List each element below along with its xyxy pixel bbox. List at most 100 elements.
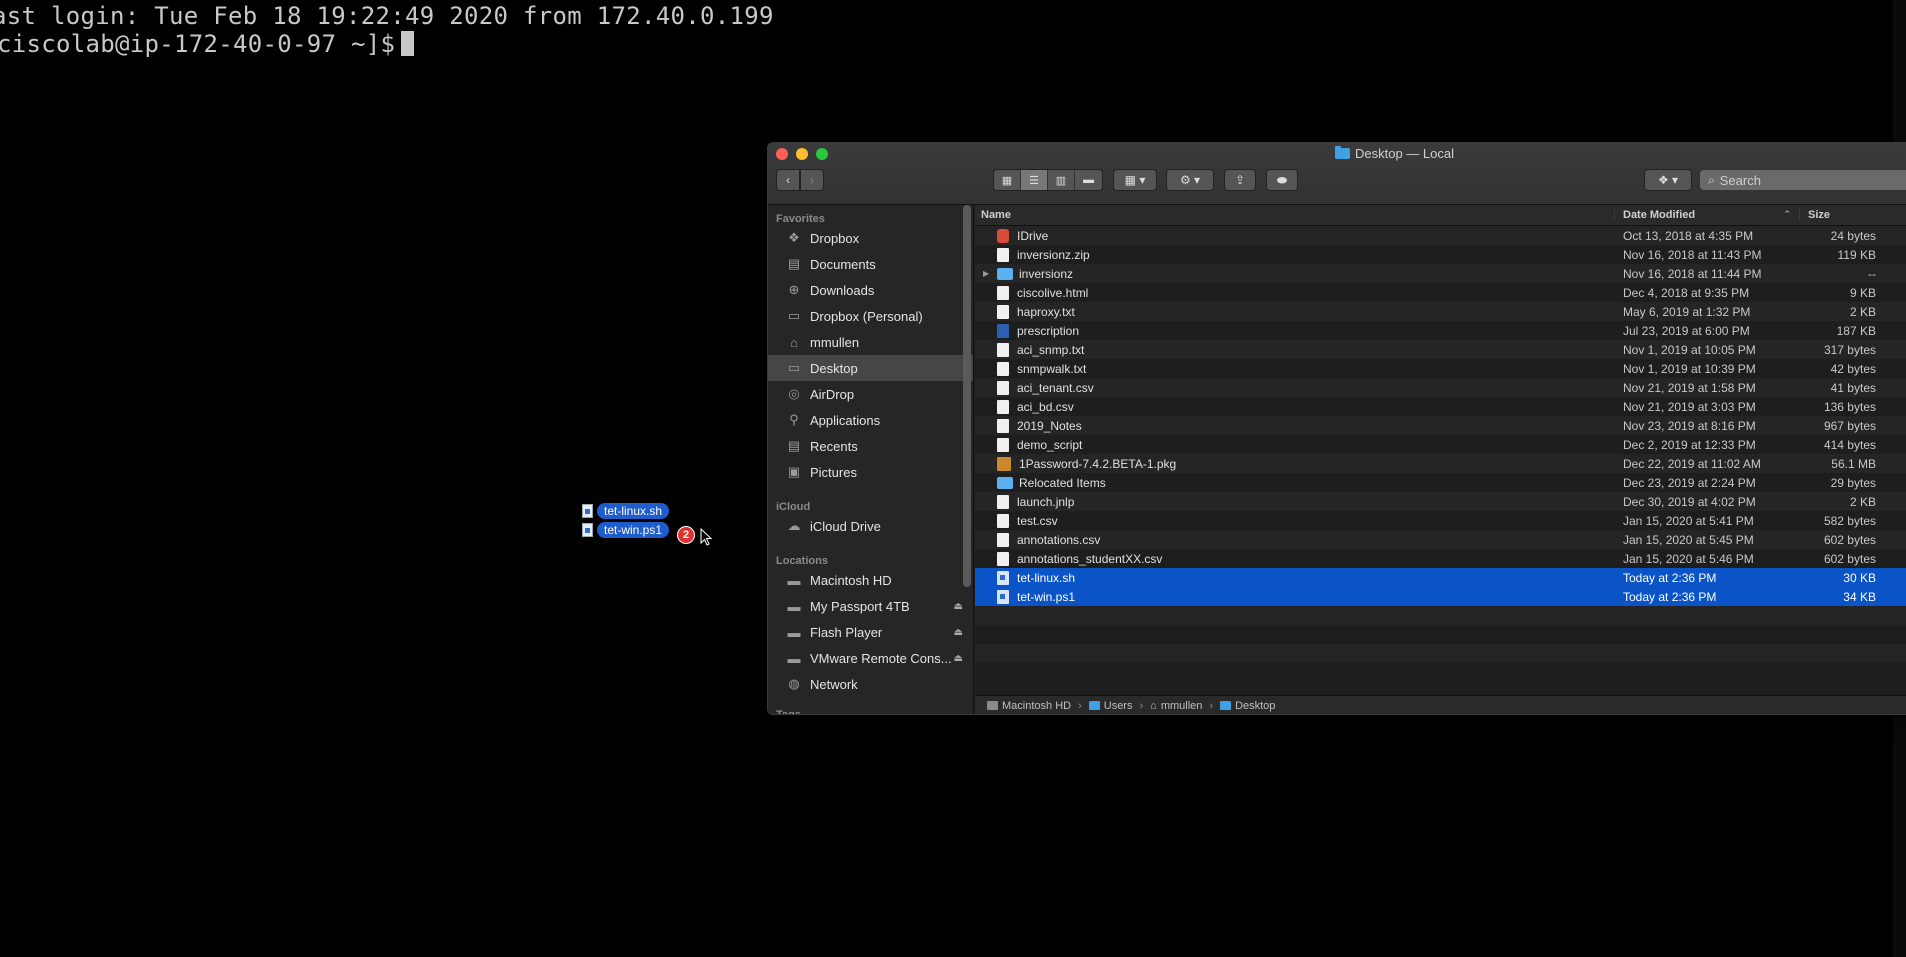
file-size: 119 KB — [1837, 247, 1876, 262]
file-name-cell: launch.jnlp — [975, 494, 1615, 509]
back-button[interactable]: ‹ — [776, 169, 800, 191]
document-icon — [997, 513, 1009, 528]
file-name: tet-linux.sh — [1017, 570, 1076, 585]
file-name-cell: ciscolive.html — [975, 285, 1615, 300]
dropbox-toolbar-button[interactable]: ❖ ▾ — [1644, 169, 1692, 191]
sidebar-item-label: Flash Player — [810, 624, 883, 640]
file-row[interactable]: tet-linux.sh Today at 2:36 PM 30 KB — [975, 568, 1906, 587]
action-menu-button[interactable]: ⚙ ▾ — [1166, 169, 1214, 191]
folder-icon — [997, 476, 1013, 489]
gallery-view-button[interactable]: ▬ — [1075, 170, 1102, 190]
file-row[interactable]: inversionz.zip Nov 16, 2018 at 11:43 PM 11… — [975, 245, 1906, 264]
file-row[interactable]: test.csv Jan 15, 2020 at 5:41 PM 582 bytes — [975, 511, 1906, 530]
eject-icon[interactable]: ⏏ — [954, 601, 963, 612]
sidebar-item-airdrop[interactable]: ◎ AirDrop — [768, 381, 973, 407]
file-row[interactable]: IDrive Oct 13, 2018 at 4:35 PM 24 bytes — [975, 226, 1906, 245]
script-file-icon — [582, 504, 593, 518]
file-row[interactable]: 2019_Notes Nov 23, 2019 at 8:16 PM 967 byt… — [975, 416, 1906, 435]
file-row[interactable]: haproxy.txt May 6, 2019 at 1:32 PM 2 KB — [975, 302, 1906, 321]
column-date-modified[interactable]: Date Modified ⌃ — [1615, 209, 1800, 221]
finder-window[interactable]: Desktop — Local ‹ › ▦ ☰ ▥ ▬ ▦ ▾ ⚙ ▾ ⇪ ⬬ … — [767, 142, 1906, 715]
group-by-button[interactable]: ▦ ▾ — [1113, 169, 1157, 191]
sidebar-item-recents[interactable]: ▤ Recents — [768, 433, 973, 459]
path-item-desktop[interactable]: Desktop — [1220, 700, 1275, 712]
file-row[interactable]: snmpwalk.txt Nov 1, 2019 at 10:39 PM 42 by… — [975, 359, 1906, 378]
sidebar-item-downloads[interactable]: ⊕ Downloads — [768, 277, 973, 303]
sidebar-item-macintosh-hd[interactable]: ▬ Macintosh HD — [768, 567, 973, 593]
icon-view-button[interactable]: ▦ — [994, 170, 1021, 190]
sidebar-item-flash-player[interactable]: ▬ Flash Player ⏏ — [768, 619, 973, 645]
terminal-prompt-text: ciscolab@ip-172-40-0-97 ~]$ — [0, 30, 396, 58]
script-file-icon — [997, 570, 1009, 585]
sidebar-item-label: Documents — [810, 256, 876, 272]
eject-icon[interactable]: ⏏ — [954, 627, 963, 638]
file-size: 602 bytes — [1823, 532, 1876, 547]
terminal-prompt[interactable]: ciscolab@ip-172-40-0-97 ~]$ — [0, 30, 415, 58]
sidebar-scrollbar[interactable] — [963, 205, 971, 587]
close-button[interactable] — [776, 148, 788, 160]
minimize-button[interactable] — [796, 148, 808, 160]
file-name: test.csv — [1017, 513, 1058, 528]
file-date: Jan 15, 2020 at 5:45 PM — [1623, 532, 1754, 547]
dropbox-icon: ❖ ▾ — [1657, 173, 1679, 187]
file-row[interactable]: Relocated Items Dec 23, 2019 at 2:24 PM 29… — [975, 473, 1906, 492]
path-item-macintosh-hd[interactable]: Macintosh HD — [987, 700, 1071, 712]
sidebar-item-icloud-drive[interactable]: ☁ iCloud Drive — [768, 513, 973, 539]
file-row[interactable]: annotations_studentXX.csv Jan 15, 2020 at… — [975, 549, 1906, 568]
list-view-button[interactable]: ☰ — [1021, 170, 1048, 190]
column-date-label: Date Modified — [1623, 209, 1696, 221]
sidebar-item-documents[interactable]: ▤ Documents — [768, 251, 973, 277]
file-row[interactable]: ciscolive.html Dec 4, 2018 at 9:35 PM 9 KB — [975, 283, 1906, 302]
chevron-left-icon: ‹ — [786, 173, 790, 187]
eject-icon[interactable]: ⏏ — [954, 653, 963, 664]
sort-ascending-icon: ⌃ — [1783, 209, 1791, 219]
file-row[interactable]: demo_script Dec 2, 2019 at 12:33 PM 414 by… — [975, 435, 1906, 454]
file-name-cell: haproxy.txt — [975, 304, 1615, 319]
search-field[interactable]: ⌕ Search — [1699, 169, 1906, 191]
tags-button[interactable]: ⬬ — [1266, 169, 1298, 191]
sidebar-item-mmullen[interactable]: ⌂ mmullen — [768, 329, 973, 355]
file-size: 30 KB — [1843, 570, 1876, 585]
column-size[interactable]: Size — [1800, 209, 1880, 221]
share-button[interactable]: ⇪ — [1224, 169, 1256, 191]
file-row[interactable]: 1Password-7.4.2.BETA-1.pkg Dec 22, 2019 a… — [975, 454, 1906, 473]
sidebar-item-applications[interactable]: ⚲ Applications — [768, 407, 973, 433]
sidebar-item-dropbox[interactable]: ❖ Dropbox — [768, 225, 973, 251]
sidebar-item-network[interactable]: ◍ Network — [768, 671, 973, 697]
disclosure-triangle-icon[interactable]: ▶ — [983, 269, 995, 278]
sidebar-item-desktop[interactable]: ▭ Desktop — [768, 355, 973, 381]
path-item-users[interactable]: Users — [1088, 700, 1132, 712]
file-row[interactable]: aci_tenant.csv Nov 21, 2019 at 1:58 PM 41 … — [975, 378, 1906, 397]
zoom-button[interactable] — [816, 148, 828, 160]
file-row[interactable]: prescription Jul 23, 2019 at 6:00 PM 187 K… — [975, 321, 1906, 340]
file-name: Relocated Items — [1019, 475, 1106, 490]
file-row[interactable]: aci_bd.csv Nov 21, 2019 at 3:03 PM 136 byt… — [975, 397, 1906, 416]
empty-row — [975, 625, 1906, 644]
file-name: inversionz.zip — [1017, 247, 1090, 262]
empty-row — [975, 606, 1906, 625]
column-view-button[interactable]: ▥ — [1048, 170, 1075, 190]
file-row[interactable]: ▶ inversionz Nov 16, 2018 at 11:44 PM -- — [975, 264, 1906, 283]
file-row[interactable]: launch.jnlp Dec 30, 2019 at 4:02 PM 2 KB — [975, 492, 1906, 511]
sidebar-item-dropbox-personal[interactable]: ▭ Dropbox (Personal) — [768, 303, 973, 329]
path-separator-icon: › — [1209, 700, 1214, 712]
column-name[interactable]: Name — [975, 209, 1615, 221]
file-name-cell: 1Password-7.4.2.BETA-1.pkg — [975, 456, 1615, 471]
sidebar-item-vmware[interactable]: ▬ VMware Remote Cons... ⏏ — [768, 645, 973, 671]
grid-icon: ▦ ▾ — [1124, 173, 1146, 187]
path-item-mmullen[interactable]: ⌂ mmullen — [1150, 700, 1202, 712]
recents-icon: ▤ — [787, 438, 801, 453]
file-size: -- — [1868, 266, 1876, 281]
folder-icon — [997, 267, 1013, 280]
forward-button[interactable]: › — [800, 169, 824, 191]
sidebar-item-pictures[interactable]: ▣ Pictures — [768, 459, 973, 485]
document-icon — [997, 361, 1009, 376]
finder-titlebar[interactable]: Desktop — Local ‹ › ▦ ☰ ▥ ▬ ▦ ▾ ⚙ ▾ ⇪ ⬬ … — [768, 143, 1906, 205]
file-row[interactable]: annotations.csv Jan 15, 2020 at 5:45 PM 60… — [975, 530, 1906, 549]
file-row[interactable]: aci_snmp.txt Nov 1, 2019 at 10:05 PM 317 b… — [975, 340, 1906, 359]
finder-sidebar: Favorites ❖ Dropbox ▤ Documents ⊕ Downloads… — [768, 205, 974, 714]
file-name-cell: ▶ inversionz — [975, 267, 1615, 281]
applications-icon: ⚲ — [789, 412, 799, 427]
sidebar-item-my-passport[interactable]: ▬ My Passport 4TB ⏏ — [768, 593, 973, 619]
file-row[interactable]: tet-win.ps1 Today at 2:36 PM 34 KB — [975, 587, 1906, 606]
